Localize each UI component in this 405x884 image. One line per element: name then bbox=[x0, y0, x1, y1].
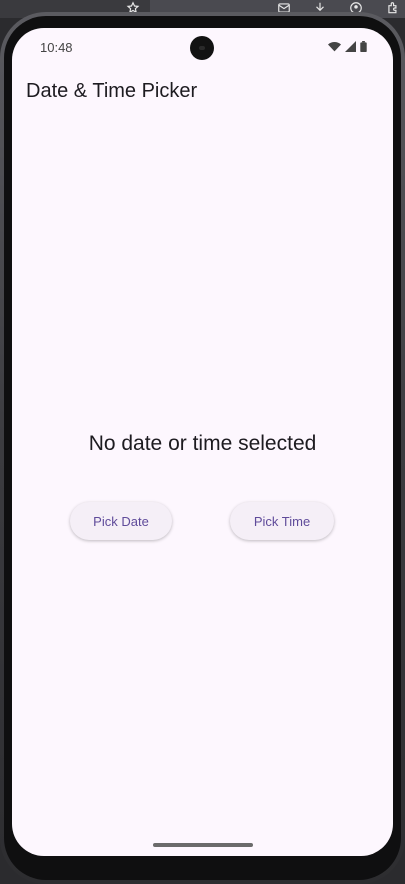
home-indicator[interactable] bbox=[153, 843, 253, 847]
signal-icon bbox=[345, 41, 356, 52]
battery-icon bbox=[360, 41, 367, 52]
extension-icon[interactable] bbox=[385, 0, 401, 16]
app-title: Date & Time Picker bbox=[26, 80, 198, 102]
pick-date-button[interactable]: Pick Date bbox=[70, 502, 172, 540]
status-icons bbox=[328, 41, 367, 52]
status-time: 10:48 bbox=[40, 40, 73, 55]
selection-status-text: No date or time selected bbox=[88, 432, 317, 455]
camera-cutout bbox=[190, 36, 214, 60]
pick-time-button[interactable]: Pick Time bbox=[230, 502, 334, 540]
wifi-icon bbox=[328, 42, 341, 52]
app-screen: 10:48 Date & Time Picker No date or time… bbox=[12, 28, 393, 856]
